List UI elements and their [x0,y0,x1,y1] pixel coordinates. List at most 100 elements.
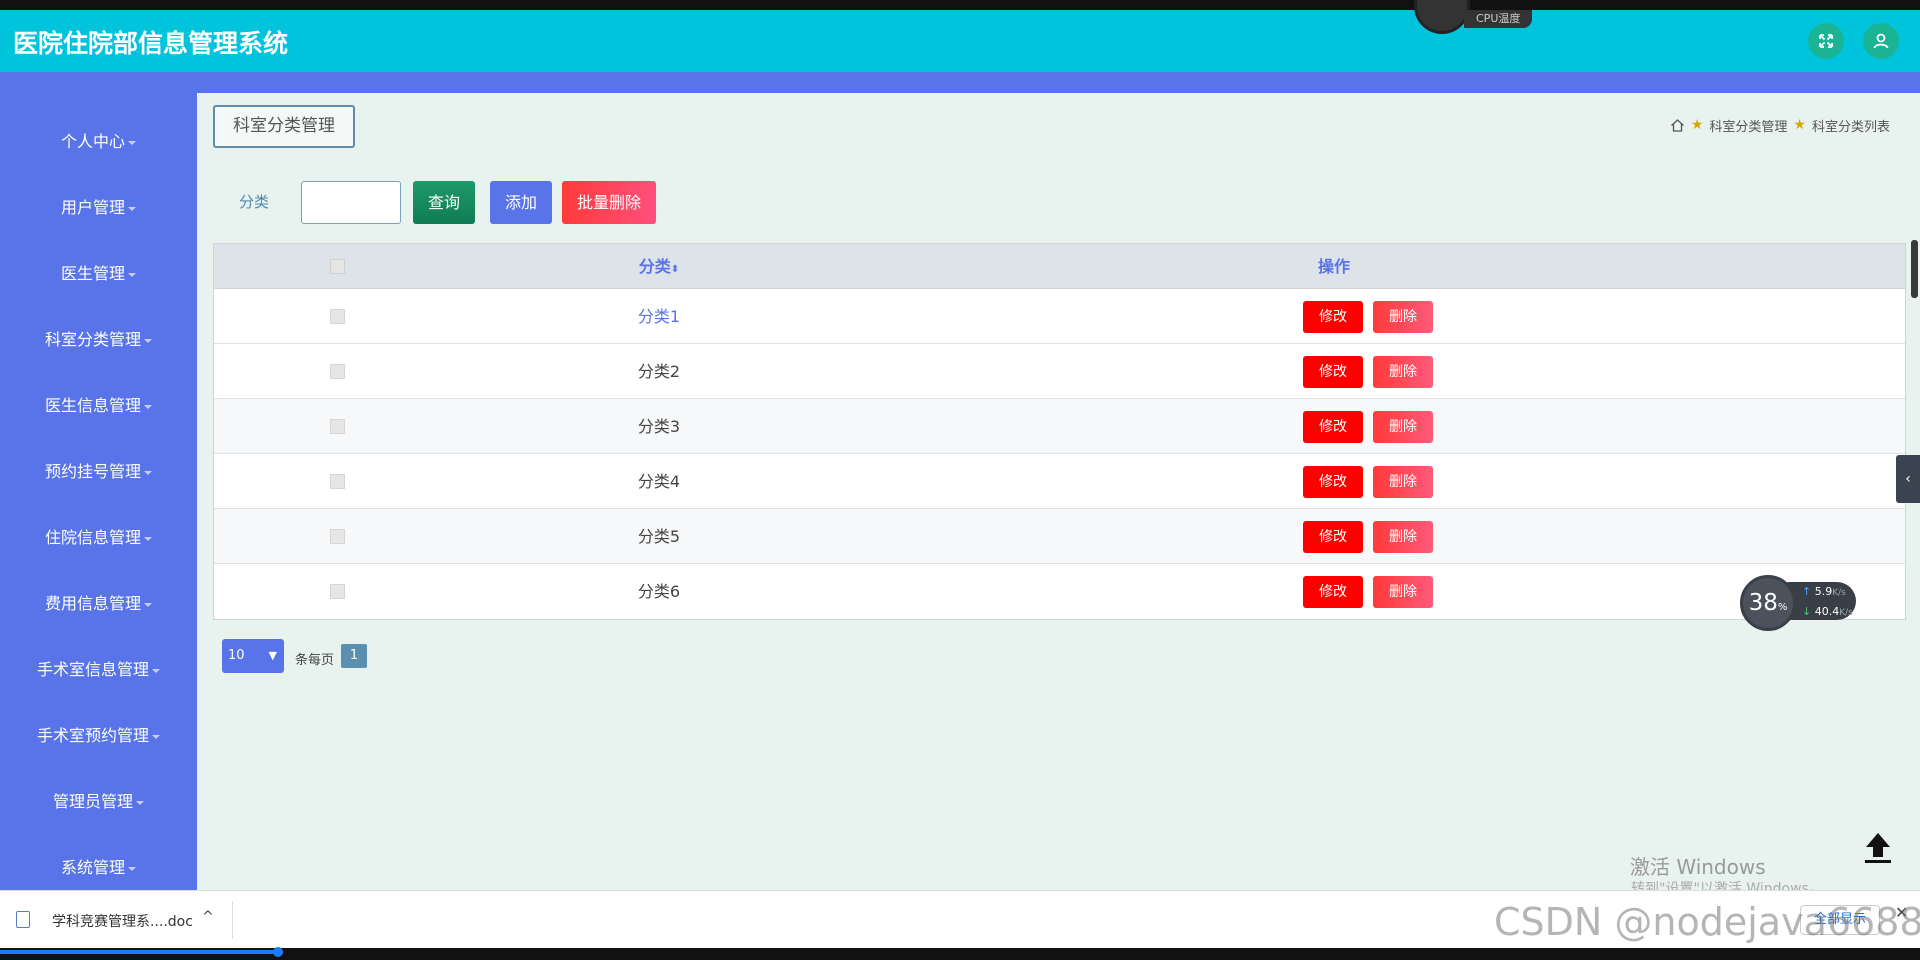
category-search-input[interactable] [301,181,401,224]
breadcrumb-item: 科室分类列表 [1811,119,1890,135]
page-number-button[interactable]: 1 [341,644,367,668]
sidebar-item-admins[interactable]: 管理员管理 [0,782,197,822]
query-button[interactable]: 查询 [413,181,475,224]
column-header-ops: 操作 [1317,257,1350,276]
edit-button[interactable]: 修改 [1303,576,1363,608]
row-checkbox[interactable] [330,364,345,379]
collapse-panel-button[interactable]: ‹ [1896,455,1920,503]
table-row: 分类4 修改 删除 [214,454,1905,509]
sidebar-item-label: 手术室信息管理 [36,660,149,679]
screen: 医院住院部信息管理系统 CPU温度 个人中心 用户管理 医生管理 科室分类管理 … [0,0,1920,960]
page-title-tab[interactable]: 科室分类管理 [213,105,355,148]
top-strip [0,0,1920,10]
select-all-checkbox[interactable] [330,259,345,274]
caret-down-icon [136,800,144,805]
delete-button[interactable]: 删除 [1373,521,1433,553]
home-icon[interactable] [1670,118,1685,133]
edit-button[interactable]: 修改 [1303,466,1363,498]
cpu-usage-dial[interactable]: 38% [1740,575,1796,631]
edit-button[interactable]: 修改 [1303,411,1363,443]
download-file-name[interactable]: 学科竞赛管理系....doc [52,911,193,931]
fullscreen-button[interactable] [1808,23,1844,59]
user-icon [1873,33,1889,49]
delete-button[interactable]: 删除 [1373,576,1433,608]
delete-button[interactable]: 删除 [1373,466,1433,498]
page-size-select[interactable]: 10 ▼ [222,639,284,673]
add-button[interactable]: 添加 [490,181,552,224]
sidebar-item-label: 管理员管理 [52,792,133,811]
sidebar-item-or-bookings[interactable]: 手术室预约管理 [0,716,197,756]
cpu-dial [1414,0,1470,34]
cpu-usage-value: 38 [1748,590,1778,616]
scrollbar[interactable] [1911,240,1918,298]
chevron-left-icon: ‹ [1905,471,1911,487]
delete-button[interactable]: 删除 [1373,301,1433,333]
video-progress-handle[interactable] [273,947,283,957]
sidebar-item-appointments[interactable]: 预约挂号管理 [0,452,197,492]
row-checkbox[interactable] [330,529,345,544]
sidebar-item-inpatient[interactable]: 住院信息管理 [0,518,197,558]
video-progress-bar[interactable] [0,950,280,954]
sidebar-item-doctors[interactable]: 医生管理 [0,254,197,294]
document-icon [16,911,30,928]
breadcrumb: ★ 科室分类管理 ★ 科室分类列表 [1670,115,1890,135]
row-checkbox[interactable] [330,474,345,489]
caret-down-icon [152,668,160,673]
header-band [0,72,1920,93]
caret-down-icon [144,470,152,475]
speed-unit: K/s [1832,588,1846,598]
divider [232,901,233,939]
caret-down-icon [144,602,152,607]
windows-activate-title: 激活 Windows [1630,855,1766,879]
arrow-down-icon: ↓ [1802,605,1812,618]
category-search-label: 分类 [239,193,270,211]
sidebar-item-users[interactable]: 用户管理 [0,188,197,228]
caret-down-icon [128,206,136,211]
sidebar-item-department-category[interactable]: 科室分类管理 [0,320,197,360]
row-checkbox[interactable] [330,584,345,599]
sort-icon[interactable]: ⬍ [671,264,679,275]
sidebar-item-operating-rooms[interactable]: 手术室信息管理 [0,650,197,690]
sidebar-item-personal-center[interactable]: 个人中心 [0,122,197,162]
upload-speed: ↑ 5.9K/s [1802,585,1846,598]
edit-button[interactable]: 修改 [1303,301,1363,333]
caret-down-icon [128,866,136,871]
edit-button[interactable]: 修改 [1303,521,1363,553]
download-speed: ↓ 40.4K/s [1802,605,1853,618]
breadcrumb-item[interactable]: 科室分类管理 [1709,116,1787,135]
percent-sign: % [1777,602,1788,613]
star-icon: ★ [1793,117,1806,133]
table-row: 分类1 修改 删除 [214,289,1905,344]
chevron-up-icon[interactable]: ^ [202,909,214,925]
sidebar-item-fees[interactable]: 费用信息管理 [0,584,197,624]
caret-down-icon [144,338,152,343]
speed-unit: K/s [1839,608,1853,618]
csdn-watermark: CSDN @nodejava668866 [1494,900,1920,944]
header: 医院住院部信息管理系统 CPU温度 [0,0,1920,72]
page-size-value: 10 [228,648,245,663]
category-cell[interactable]: 分类1 [614,289,704,344]
column-header-category[interactable]: 分类⬍ [614,244,704,292]
sidebar-item-doctor-info[interactable]: 医生信息管理 [0,386,197,426]
row-checkbox[interactable] [330,419,345,434]
column-header-label: 分类 [638,257,671,276]
table-header: 分类⬍ 操作 [214,244,1905,289]
delete-button[interactable]: 删除 [1373,411,1433,443]
app-title: 医院住院部信息管理系统 [13,29,289,58]
sidebar-item-system[interactable]: 系统管理 [0,848,197,888]
batch-delete-button[interactable]: 批量删除 [562,181,656,224]
row-checkbox[interactable] [330,309,345,324]
upload-speed-value: 5.9 [1814,585,1833,598]
delete-button[interactable]: 删除 [1373,356,1433,388]
sidebar-item-label: 预约挂号管理 [44,462,141,481]
back-to-top-icon[interactable] [1858,827,1898,867]
user-button[interactable] [1863,23,1899,59]
star-icon: ★ [1690,117,1704,133]
caret-down-icon [144,404,152,409]
sidebar-item-label: 医生管理 [60,264,125,283]
network-speed-widget: ↑ 5.9K/s ↓ 40.4K/s 38% [1740,575,1858,631]
caret-down-icon [128,272,136,277]
table-row: 分类3 修改 删除 [214,399,1905,454]
edit-button[interactable]: 修改 [1303,356,1363,388]
sidebar-item-label: 费用信息管理 [44,594,141,613]
